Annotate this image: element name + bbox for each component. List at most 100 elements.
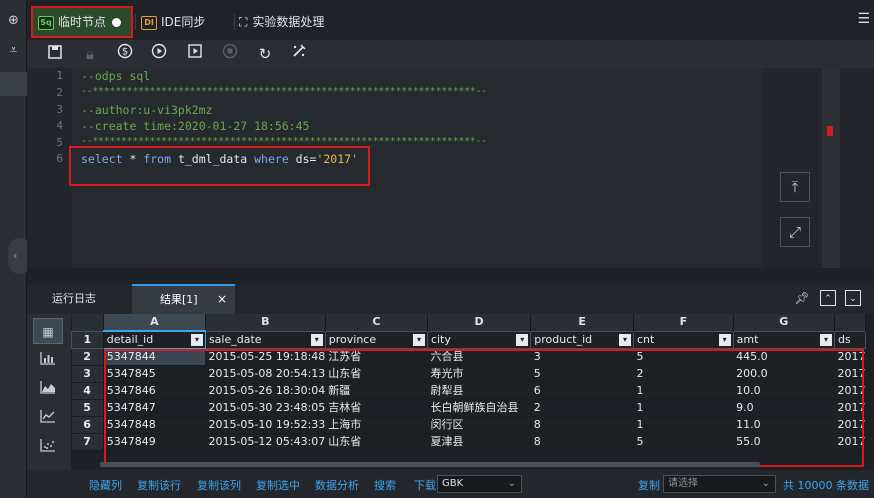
line-number: 5: [56, 136, 63, 149]
minimap-error-marker: [827, 126, 833, 136]
line-number: 4: [56, 119, 63, 132]
code-line: --create time:2020-01-27 18:56:45: [81, 119, 310, 133]
column-letter[interactable]: C: [325, 314, 428, 331]
column-letter[interactable]: E: [530, 314, 634, 331]
editor-minimap[interactable]: [822, 68, 840, 268]
download-link[interactable]: 下载: [414, 477, 436, 493]
chevron-down-icon[interactable]: ⌄: [845, 290, 861, 306]
grid-vertical-scrollbar[interactable]: [866, 314, 874, 470]
column-letter-row: A B C D E F G: [71, 314, 866, 332]
copy-row-link[interactable]: 复制该行: [137, 477, 181, 493]
line-chart-icon[interactable]: [33, 406, 63, 432]
row-number: 2: [71, 348, 104, 366]
row-number: 1: [71, 330, 104, 349]
tab-label: IDE同步: [161, 15, 206, 29]
dropdown-icon[interactable]: ▾: [412, 333, 425, 346]
tab-experiment-data[interactable]: ⛶ 实验数据处理: [237, 8, 357, 36]
save-icon[interactable]: [44, 43, 66, 65]
scatter-chart-icon[interactable]: [33, 435, 63, 461]
dropdown-icon[interactable]: ▾: [516, 333, 529, 346]
line-number: 3: [56, 103, 63, 116]
row-number: 3: [71, 365, 104, 383]
search-link[interactable]: 搜索: [374, 477, 396, 493]
table-view-icon[interactable]: ▦: [33, 318, 63, 344]
bar-chart-icon[interactable]: [33, 348, 63, 374]
field-header[interactable]: sale_date ▾: [204, 330, 326, 349]
field-header[interactable]: province ▾: [324, 330, 428, 349]
sidebar-selected-item[interactable]: [0, 72, 27, 96]
column-letter[interactable]: D: [427, 314, 532, 331]
line-number: 6: [56, 152, 63, 165]
tab-result-1[interactable]: 结果[1] ×: [132, 284, 235, 314]
column-letter[interactable]: B: [205, 314, 326, 331]
copy-column-link[interactable]: 复制该列: [197, 477, 241, 493]
cost-estimate-icon[interactable]: $: [114, 43, 136, 65]
area-chart-icon[interactable]: [33, 377, 63, 403]
file-tab-bar: Sq 临时节点 DI IDE同步 ⛶ 实验数据处理 ☰: [27, 0, 874, 40]
tab-run-log[interactable]: 运行日志: [52, 284, 96, 314]
chevron-up-icon[interactable]: ⌃: [820, 290, 836, 306]
row-number: 5: [71, 399, 104, 417]
column-letter[interactable]: [834, 314, 866, 331]
scroll-top-icon[interactable]: ⤒: [780, 172, 810, 202]
grid-horizontal-scrollbar[interactable]: [100, 462, 760, 467]
editor-side-panel: ⤒ ⤢: [762, 68, 874, 268]
crosshair-icon[interactable]: ⊕: [0, 10, 27, 32]
column-letter[interactable]: F: [633, 314, 734, 331]
line-number: 1: [56, 69, 63, 82]
stop-icon[interactable]: [219, 43, 241, 65]
fullscreen-icon[interactable]: ⤢: [780, 217, 810, 247]
field-name: cnt: [637, 332, 655, 346]
field-header-row: 1 detail_id ▾ sale_date ▾ province ▾ city ▾ …: [71, 330, 866, 349]
field-header[interactable]: cnt ▾: [633, 330, 734, 349]
column-letter[interactable]: A: [103, 314, 206, 332]
unsaved-dot-icon[interactable]: [112, 18, 121, 27]
refresh-icon[interactable]: ↻: [254, 43, 276, 65]
dropdown-icon[interactable]: ▾: [310, 333, 323, 346]
data-analysis-link[interactable]: 数据分析: [315, 477, 359, 493]
tab-divider: [135, 14, 136, 30]
editor-toolbar: 🔒︎ $ ↻: [27, 40, 874, 68]
dropdown-icon[interactable]: ▾: [819, 333, 832, 346]
pin-icon[interactable]: 📌︎: [794, 290, 810, 306]
field-name: sale_date: [208, 332, 262, 346]
sql-file-icon: Sq: [38, 15, 54, 30]
dropdown-icon[interactable]: ▾: [190, 334, 203, 346]
field-header[interactable]: ds: [833, 330, 866, 349]
total-count: 共 10000 条数据: [783, 479, 869, 492]
tab-label: 临时节点: [58, 15, 107, 29]
field-header[interactable]: product_id ▾: [530, 330, 634, 349]
field-name: city: [430, 332, 451, 346]
dropdown-icon[interactable]: ▾: [619, 333, 631, 346]
panel-splitter[interactable]: [27, 268, 874, 284]
result-footer: 隐藏列 复制该行 复制该列 复制选中 数据分析 搜索 下载 GBK ⌄ 复制 请选…: [27, 470, 874, 498]
tab-label: 实验数据处理: [252, 15, 325, 29]
field-header[interactable]: amt ▾: [732, 330, 835, 349]
tab-temp-node[interactable]: Sq 临时节点: [31, 6, 133, 38]
copy-selected-link[interactable]: 复制选中: [256, 477, 300, 493]
copy-format-select[interactable]: 请选择 ⌄: [663, 475, 776, 493]
copy-link[interactable]: 复制: [638, 477, 660, 493]
format-icon[interactable]: [288, 43, 310, 65]
lock-icon[interactable]: 🔒︎: [79, 43, 101, 65]
run-with-params-icon[interactable]: [184, 43, 206, 65]
tab-ide-sync[interactable]: DI IDE同步: [138, 8, 232, 36]
field-name: ds: [837, 332, 851, 346]
field-header[interactable]: detail_id ▾: [102, 330, 206, 349]
filter-icon[interactable]: ⩡: [0, 40, 27, 62]
code-line: --**************************************…: [81, 86, 488, 97]
hide-column-link[interactable]: 隐藏列: [89, 477, 122, 493]
dropdown-icon[interactable]: ▾: [718, 333, 731, 346]
menu-icon[interactable]: ☰: [857, 11, 870, 27]
field-name: product_id: [534, 332, 593, 346]
row-number: 4: [71, 382, 104, 400]
encoding-select[interactable]: GBK ⌄: [437, 475, 522, 493]
select-placeholder: 请选择: [668, 478, 698, 489]
code-line: --author:u-vi3pk2mz: [81, 103, 213, 117]
run-icon[interactable]: [148, 43, 170, 65]
column-letter[interactable]: G: [733, 314, 835, 331]
di-file-icon: DI: [141, 15, 157, 30]
close-icon[interactable]: ×: [217, 286, 227, 313]
field-header[interactable]: city ▾: [426, 330, 532, 349]
field-name: detail_id: [106, 333, 154, 346]
